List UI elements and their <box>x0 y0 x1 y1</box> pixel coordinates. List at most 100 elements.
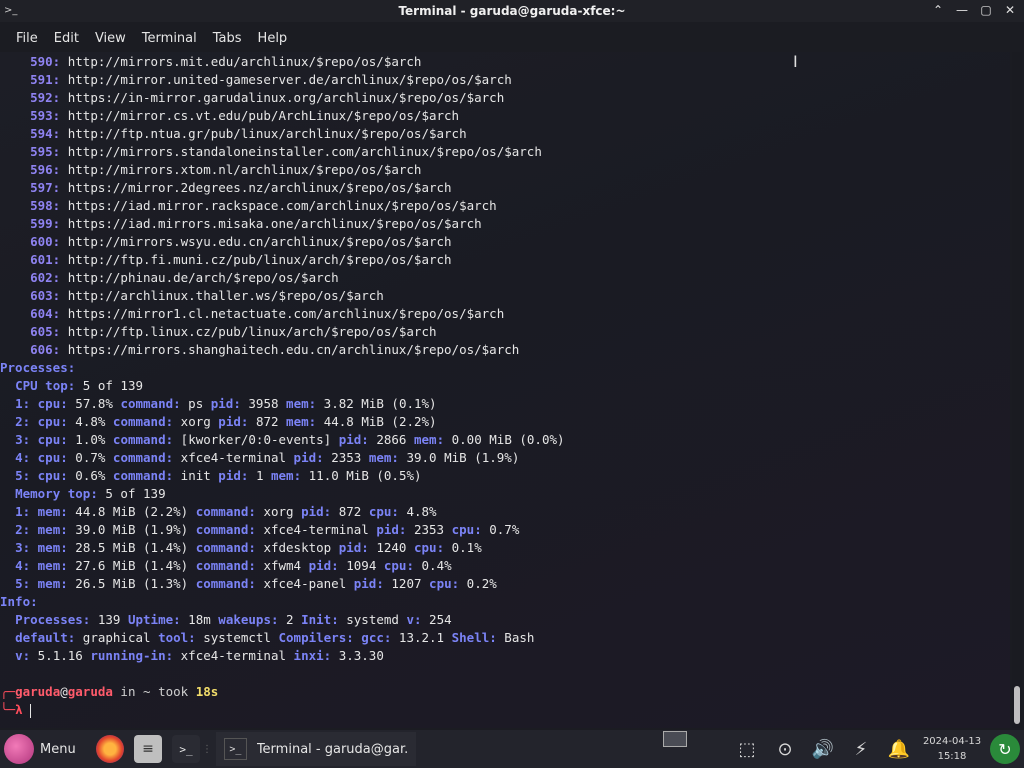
label: Compilers: <box>270 630 354 645</box>
info-line-2: default: graphical tool: systemctl Compi… <box>0 629 534 647</box>
label: cpu: <box>361 504 399 519</box>
menu-file[interactable]: File <box>8 31 46 46</box>
prompt-lambda: λ <box>15 702 31 717</box>
firefox-icon[interactable] <box>96 735 124 763</box>
menu-help[interactable]: Help <box>250 31 296 46</box>
taskbar-task-terminal[interactable]: >_ Terminal - garuda@gar... <box>216 732 416 766</box>
label: cpu: <box>30 414 68 429</box>
file-manager-icon[interactable]: ≡ <box>134 735 162 763</box>
mirror-number: 598: <box>30 198 61 213</box>
mem-row: 4: mem: 27.6 MiB (1.4%) command: xfwm4 p… <box>0 557 452 575</box>
label: mem: <box>406 432 445 447</box>
mirror-number: 604: <box>30 306 61 321</box>
mirror-url: https://mirrors.shanghaitech.edu.cn/arch… <box>60 342 520 357</box>
row-index: 3: <box>15 432 31 447</box>
value: 3.3.30 <box>331 648 384 663</box>
mirror-url: http://mirrors.xtom.nl/archlinux/$repo/o… <box>60 162 422 177</box>
minimize-icon[interactable]: — <box>954 2 970 18</box>
scrollbar[interactable] <box>1012 52 1022 728</box>
mirror-line: 606: https://mirrors.shanghaitech.edu.cn… <box>0 341 519 359</box>
menu-view[interactable]: View <box>87 31 134 46</box>
mirror-line: 600: http://mirrors.wsyu.edu.cn/archlinu… <box>0 233 451 251</box>
label: CPU top: <box>15 378 76 393</box>
value: systemctl <box>195 630 271 645</box>
mirror-line: 602: http://phinau.de/arch/$repo/os/$arc… <box>0 269 339 287</box>
value: 26.5 MiB (1.3%) <box>67 576 189 591</box>
label: pid: <box>346 576 384 591</box>
scrollbar-thumb[interactable] <box>1014 686 1020 724</box>
value: xorg <box>255 504 294 519</box>
value: 0.4% <box>414 558 452 573</box>
garuda-logo-icon <box>4 734 34 764</box>
label: pid: <box>203 396 241 411</box>
label: inxi: <box>286 648 332 663</box>
menu-edit[interactable]: Edit <box>46 31 87 46</box>
mirror-line: 599: https://iad.mirrors.misaka.one/arch… <box>0 215 482 233</box>
update-icon[interactable]: ↻ <box>990 734 1020 764</box>
title-bar: >_ Terminal - garuda@garuda-xfce:~ ⌃ — ▢… <box>0 0 1024 22</box>
label: cpu: <box>406 540 445 555</box>
label: cpu: <box>30 450 68 465</box>
notification-bell-icon[interactable]: 🔔 <box>880 730 918 768</box>
mirror-url: http://ftp.linux.cz/pub/linux/arch/$repo… <box>60 324 437 339</box>
row-index: 4: <box>15 558 31 573</box>
value: 5 of 139 <box>75 378 144 393</box>
menu-tabs[interactable]: Tabs <box>205 31 250 46</box>
battery-icon[interactable]: ⚡ <box>842 730 880 768</box>
mirror-line: 595: http://mirrors.standaloneinstaller.… <box>0 143 542 161</box>
value: 139 <box>90 612 121 627</box>
mem-row: 2: mem: 39.0 MiB (1.9%) command: xfce4-t… <box>0 521 519 539</box>
label: v: <box>15 648 31 663</box>
mirror-number: 602: <box>30 270 61 285</box>
value: 0.1% <box>444 540 482 555</box>
terminal-launcher-icon[interactable]: >_ <box>172 735 200 763</box>
maximize-up-icon[interactable]: ⌃ <box>930 2 946 18</box>
value: 44.8 MiB (2.2%) <box>67 504 189 519</box>
label: Uptime: <box>120 612 181 627</box>
volume-icon[interactable]: 🔊 <box>804 730 842 768</box>
mem-row: 1: mem: 44.8 MiB (2.2%) command: xorg pi… <box>0 503 437 521</box>
mirror-url: http://mirror.united-gameserver.de/archl… <box>60 72 512 87</box>
mirror-line: 594: http://ftp.ntua.gr/pub/linux/archli… <box>0 125 467 143</box>
mem-top-line: Memory top: 5 of 139 <box>0 485 166 503</box>
value: xfdesktop <box>255 540 332 555</box>
label: default: <box>15 630 76 645</box>
label: pid: <box>286 450 324 465</box>
value: [kworker/0:0-events] <box>173 432 332 447</box>
mirror-url: http://ftp.fi.muni.cz/pub/linux/arch/$re… <box>60 252 452 267</box>
label: Shell: <box>444 630 497 645</box>
mirror-line: 598: https://iad.mirror.rackspace.com/ar… <box>0 197 497 215</box>
mirror-url: https://iad.mirrors.misaka.one/archlinux… <box>60 216 482 231</box>
clock[interactable]: 2024-04-13 15:18 <box>918 734 986 764</box>
separator-icon: ⋮ <box>202 743 212 755</box>
mirror-url: http://mirror.cs.vt.edu/pub/ArchLinux/$r… <box>60 108 460 123</box>
terminal-task-icon: >_ <box>224 738 247 760</box>
mirror-number: 594: <box>30 126 61 141</box>
location-icon[interactable]: ⊙ <box>766 730 804 768</box>
restore-icon[interactable]: ▢ <box>978 2 994 18</box>
menu-button[interactable]: Menu <box>0 734 88 764</box>
window-title: Terminal - garuda@garuda-xfce:~ <box>398 4 626 18</box>
clock-time: 15:18 <box>937 751 967 762</box>
menu-terminal[interactable]: Terminal <box>134 31 205 46</box>
mirror-line: 605: http://ftp.linux.cz/pub/linux/arch/… <box>0 323 437 341</box>
prompt-took: took <box>150 684 196 699</box>
mirror-line: 596: http://mirrors.xtom.nl/archlinux/$r… <box>0 161 421 179</box>
label: command: <box>188 576 256 591</box>
prompt-host: garuda <box>67 684 113 699</box>
label: Init: <box>293 612 339 627</box>
label: command: <box>188 558 256 573</box>
processes-header: Processes: <box>0 359 75 377</box>
label: command: <box>188 522 256 537</box>
value: xfce4-terminal <box>173 450 287 465</box>
close-icon[interactable]: ✕ <box>1002 2 1018 18</box>
workspace-switcher[interactable] <box>663 731 687 747</box>
label: mem: <box>30 558 68 573</box>
network-icon[interactable]: ⬚ <box>728 730 766 768</box>
input-cursor[interactable] <box>30 703 32 718</box>
label: command: <box>188 540 256 555</box>
input-line: ╰─λ <box>0 701 32 719</box>
terminal-output[interactable]: 590: http://mirrors.mit.edu/archlinux/$r… <box>0 52 1010 728</box>
mirror-url: http://mirrors.mit.edu/archlinux/$repo/o… <box>60 54 422 69</box>
mirror-url: http://mirrors.standaloneinstaller.com/a… <box>60 144 542 159</box>
